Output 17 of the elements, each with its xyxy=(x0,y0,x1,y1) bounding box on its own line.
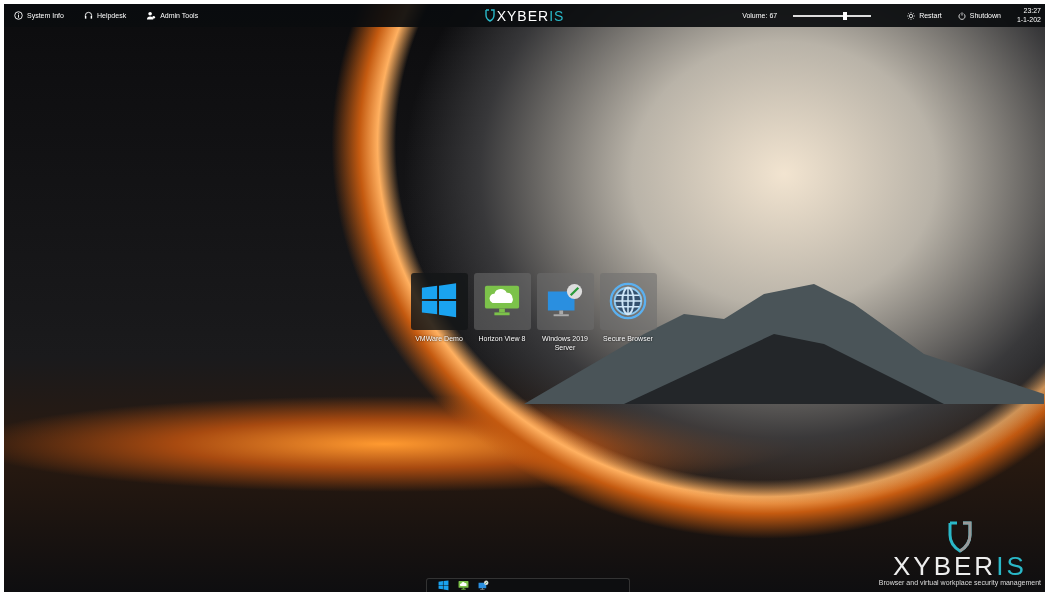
info-icon xyxy=(14,11,23,20)
headset-icon xyxy=(83,11,93,20)
taskbar-app[interactable] xyxy=(437,580,449,591)
windows-logo-icon xyxy=(437,580,449,591)
volume-slider[interactable] xyxy=(793,14,872,17)
taskbar-app[interactable] xyxy=(477,580,489,591)
taskbar-app[interactable] xyxy=(457,580,469,591)
shield-icon xyxy=(484,9,495,22)
sun-icon xyxy=(907,11,916,20)
power-icon xyxy=(957,11,966,20)
logo-text: XYBERIS xyxy=(496,7,565,24)
shield-icon xyxy=(946,521,973,553)
monitor-cloud-icon xyxy=(457,580,469,591)
remote-desktop-icon xyxy=(477,580,489,591)
globe-icon xyxy=(609,282,647,321)
brand-wordmark: XYBER IS xyxy=(893,553,1027,579)
user-gear-icon xyxy=(146,11,157,20)
